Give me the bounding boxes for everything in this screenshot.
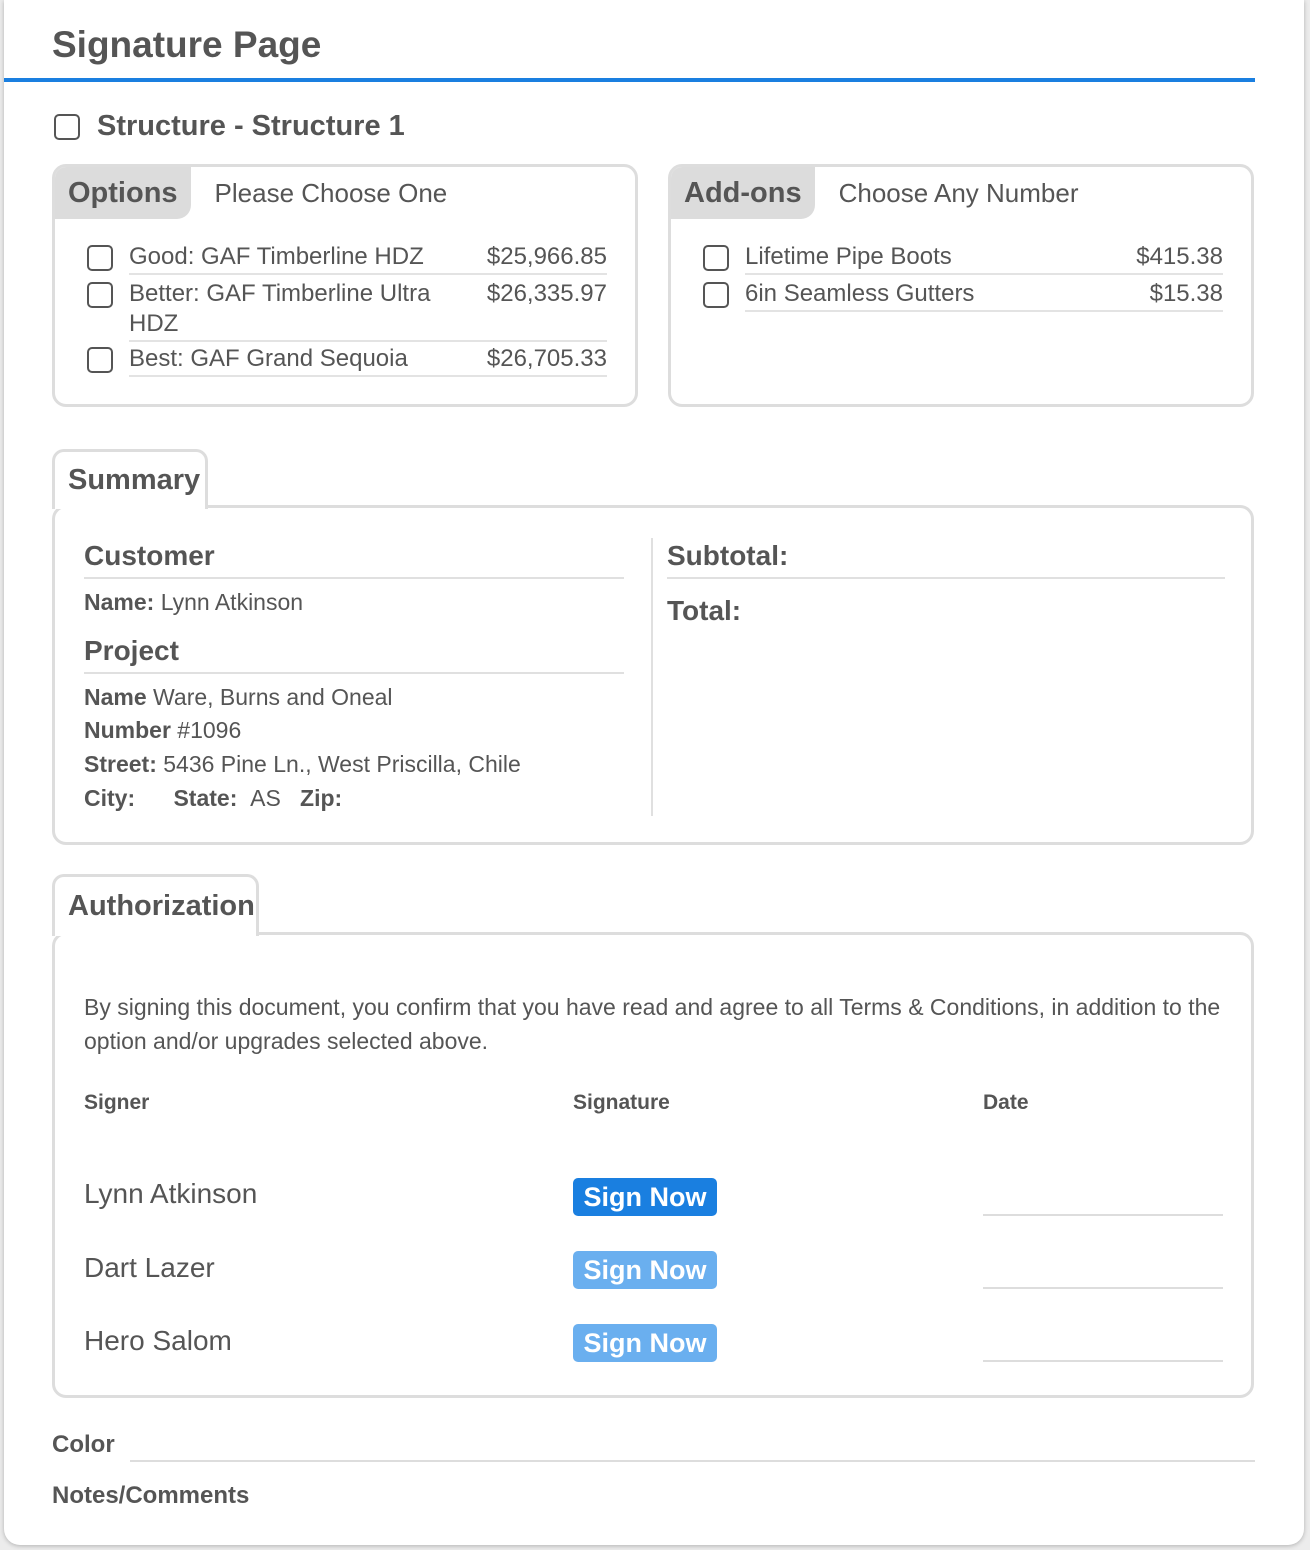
project-city-state-zip: City: State: AS Zip: bbox=[84, 785, 343, 811]
signature-sheet: Signature Page Structure - Structure 1 O… bbox=[4, 0, 1304, 1545]
sign-now-button[interactable]: Sign Now bbox=[573, 1324, 717, 1362]
color-label: Color bbox=[52, 1431, 115, 1458]
addon-gutters-checkbox[interactable] bbox=[703, 282, 729, 308]
signer-name: Lynn Atkinson bbox=[84, 1178, 258, 1209]
customer-heading: Customer bbox=[84, 540, 215, 571]
option-better-checkbox[interactable] bbox=[87, 282, 113, 308]
page-title: Signature Page bbox=[52, 24, 322, 65]
customer-name: Name: Lynn Atkinson bbox=[84, 589, 304, 615]
structure-checkbox[interactable] bbox=[54, 113, 80, 140]
option-item-good: Good: GAF Timberline HDZ $25,966.85 bbox=[87, 242, 607, 275]
option-item-better: Better: GAF Timberline Ultra HDZ $26,335… bbox=[87, 279, 607, 342]
project-street: Street: 5436 Pine Ln., West Priscilla, C… bbox=[84, 751, 521, 777]
option-price: $25,966.85 bbox=[486, 243, 607, 270]
addon-pipe-boots-checkbox[interactable] bbox=[703, 245, 729, 271]
signer-column-header: Signer bbox=[84, 1091, 150, 1114]
addons-subtitle: Choose Any Number bbox=[838, 177, 1079, 208]
option-name: Good: GAF Timberline HDZ bbox=[129, 243, 424, 270]
addon-price: $415.38 bbox=[1136, 243, 1223, 270]
summary-box: Customer Name: Lynn Atkinson Project Nam… bbox=[52, 505, 1254, 845]
addons-tag: Add-ons bbox=[671, 167, 815, 219]
project-name: Name Ware, Burns and Oneal bbox=[84, 684, 393, 710]
option-good-checkbox[interactable] bbox=[87, 245, 113, 271]
date-field[interactable] bbox=[983, 1287, 1223, 1289]
option-name: Better: GAF Timberline Ultra HDZ bbox=[129, 280, 431, 337]
addons-panel: Add-ons Choose Any Number Lifetime Pipe … bbox=[668, 164, 1254, 407]
options-subtitle: Please Choose One bbox=[214, 177, 448, 208]
notes-label: Notes/Comments bbox=[52, 1482, 250, 1509]
authorization-box: By signing this document, you confirm th… bbox=[52, 932, 1254, 1398]
project-rule bbox=[84, 672, 624, 674]
options-header: Options Please Choose One bbox=[55, 167, 447, 219]
date-field[interactable] bbox=[983, 1360, 1223, 1362]
project-number-value: #1096 bbox=[177, 717, 242, 743]
tab-authorization: Authorization bbox=[52, 874, 259, 936]
option-price: $26,335.97 bbox=[486, 280, 607, 307]
addon-item-gutters: 6in Seamless Gutters $15.38 bbox=[703, 279, 1223, 312]
addon-name: Lifetime Pipe Boots bbox=[745, 243, 952, 270]
option-item-best: Best: GAF Grand Sequoia $26,705.33 bbox=[87, 344, 607, 377]
project-heading: Project bbox=[84, 635, 179, 666]
sign-now-button[interactable]: Sign Now bbox=[573, 1178, 717, 1216]
addon-name: 6in Seamless Gutters bbox=[745, 280, 975, 307]
summary-divider bbox=[651, 538, 653, 816]
tab-summary: Summary bbox=[52, 449, 208, 509]
options-tag: Options bbox=[55, 167, 191, 219]
signature-column-header: Signature bbox=[573, 1091, 670, 1114]
option-name: Best: GAF Grand Sequoia bbox=[129, 345, 408, 372]
sign-now-button[interactable]: Sign Now bbox=[573, 1251, 717, 1289]
project-state-value: AS bbox=[250, 785, 281, 811]
customer-rule bbox=[84, 577, 624, 579]
options-panel: Options Please Choose One Good: GAF Timb… bbox=[52, 164, 638, 407]
customer-name-value: Lynn Atkinson bbox=[160, 589, 304, 615]
subtotal-label: Subtotal: bbox=[667, 540, 789, 571]
structure-row: Structure - Structure 1 bbox=[54, 110, 405, 143]
option-best-checkbox[interactable] bbox=[87, 347, 113, 373]
authorization-text: By signing this document, you confirm th… bbox=[84, 994, 1221, 1054]
title-underline bbox=[4, 78, 1255, 82]
total-label: Total: bbox=[667, 595, 742, 626]
signer-name: Hero Salom bbox=[84, 1325, 232, 1356]
date-column-header: Date bbox=[983, 1091, 1029, 1114]
project-number: Number #1096 bbox=[84, 717, 242, 743]
subtotal-rule bbox=[667, 577, 1225, 579]
date-field[interactable] bbox=[983, 1214, 1223, 1216]
project-name-value: Ware, Burns and Oneal bbox=[153, 684, 393, 710]
color-field[interactable] bbox=[130, 1460, 1255, 1462]
project-street-value: 5436 Pine Ln., West Priscilla, Chile bbox=[163, 751, 521, 777]
structure-label: Structure - Structure 1 bbox=[97, 110, 405, 142]
signer-name: Dart Lazer bbox=[84, 1252, 215, 1283]
addon-item-pipe-boots: Lifetime Pipe Boots $415.38 bbox=[703, 242, 1223, 275]
option-price: $26,705.33 bbox=[486, 345, 607, 372]
addons-header: Add-ons Choose Any Number bbox=[671, 167, 1079, 219]
addon-price: $15.38 bbox=[1149, 280, 1223, 307]
